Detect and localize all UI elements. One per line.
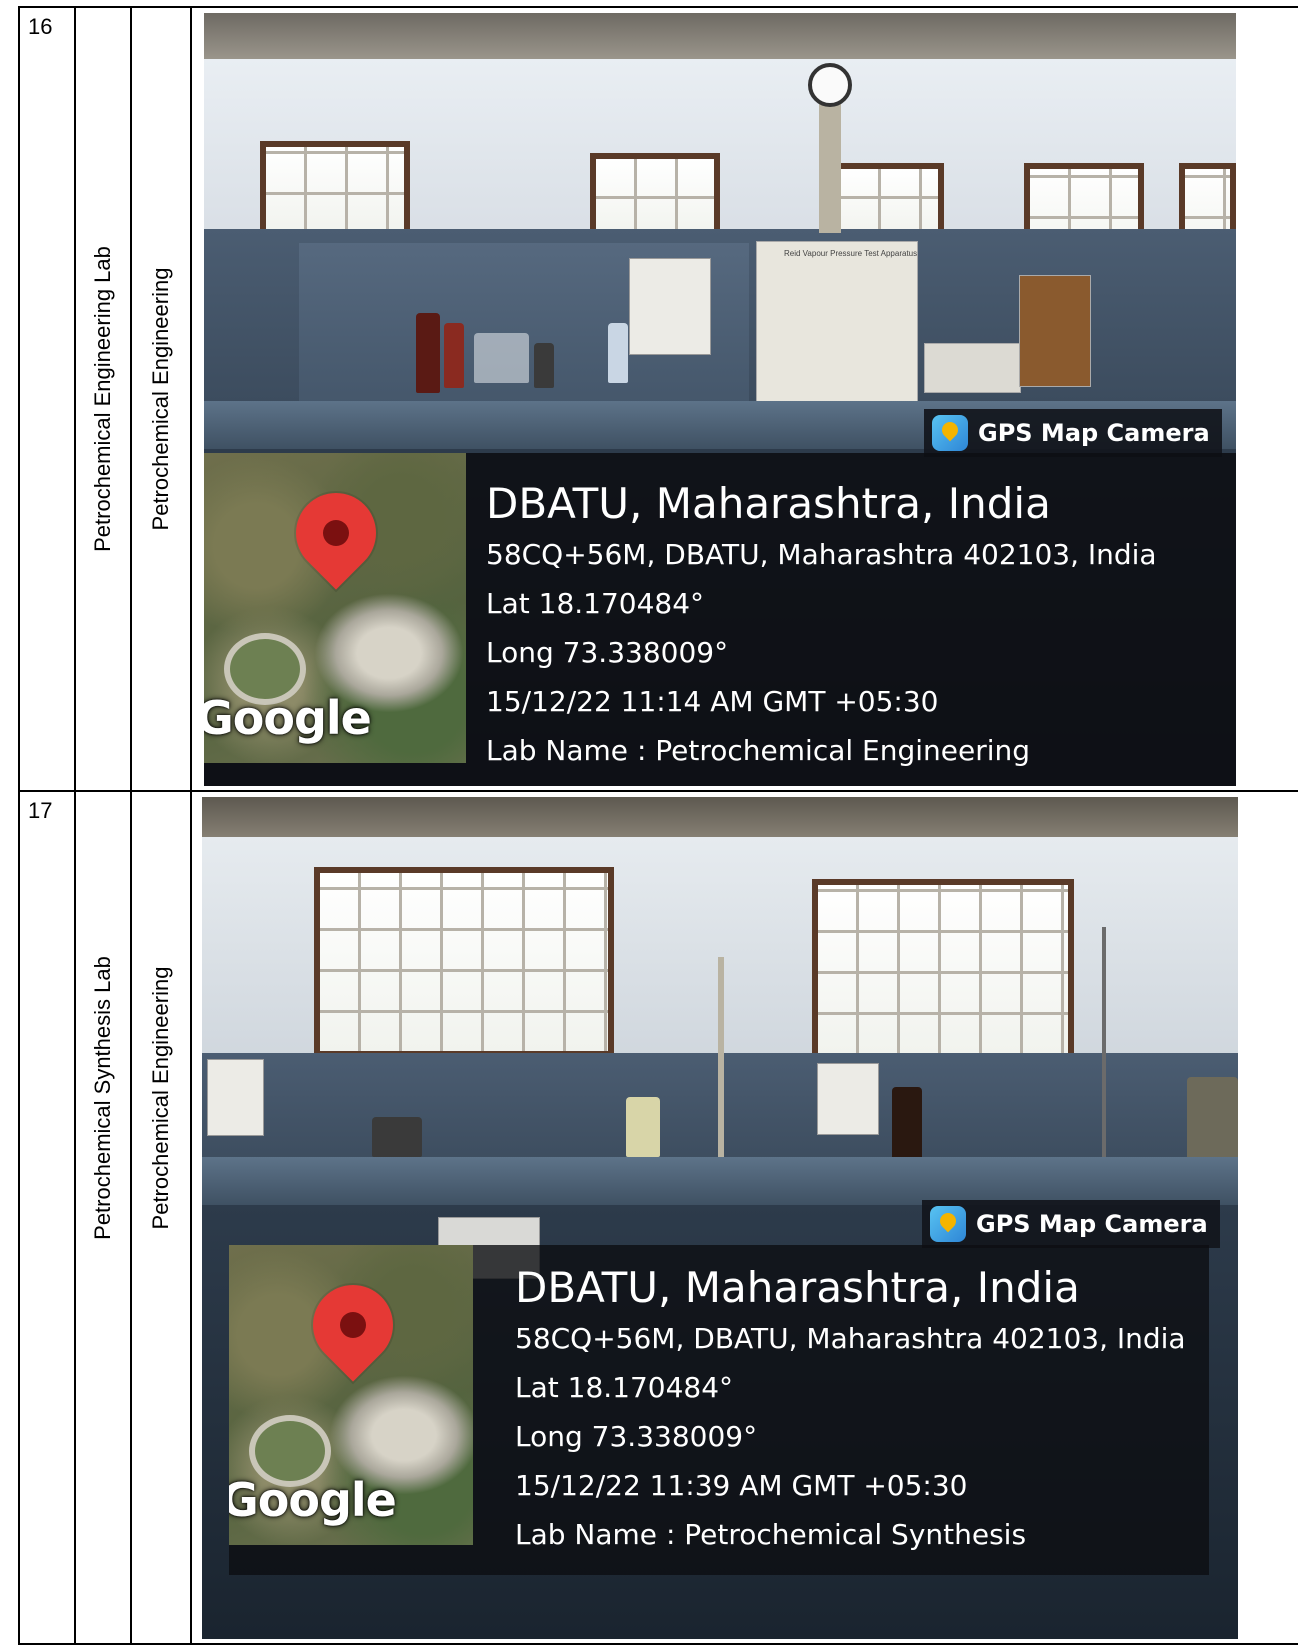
department-cell: Petrochemical Engineering bbox=[130, 6, 192, 792]
table-row: 16 Petrochemical Engineering Lab Petroch… bbox=[18, 6, 1298, 792]
lab-name-cell: Petrochemical Synthesis Lab bbox=[74, 790, 132, 1645]
map-thumbnail: Google bbox=[204, 453, 466, 763]
lab-photo: GPS Map Camera Google DBATU, Maharashtra… bbox=[202, 797, 1238, 1639]
address: 58CQ+56M, DBATU, Maharashtra 402103, Ind… bbox=[515, 1322, 1186, 1355]
table-row: 17 Petrochemical Synthesis Lab Petrochem… bbox=[18, 790, 1298, 1645]
lab-name-line: Lab Name : Petrochemical Synthesis bbox=[515, 1518, 1027, 1551]
lab-name: Petrochemical Synthesis Lab bbox=[90, 956, 115, 1241]
location-pin-icon bbox=[296, 1268, 410, 1382]
department: Petrochemical Engineering bbox=[148, 267, 173, 531]
longitude: Long 73.338009° bbox=[486, 636, 729, 669]
gps-tag-label: GPS Map Camera bbox=[978, 419, 1210, 447]
google-logo: Google bbox=[204, 691, 372, 745]
google-logo: Google bbox=[229, 1473, 397, 1527]
lab-photo: Reid Vapour Pressure Test Apparatus GPS … bbox=[204, 13, 1236, 786]
gps-map-camera-icon bbox=[930, 1206, 966, 1242]
gps-tag: GPS Map Camera bbox=[924, 409, 1222, 457]
geo-info-text: DBATU, Maharashtra, India 58CQ+56M, DBAT… bbox=[486, 479, 1157, 783]
lab-name-line: Lab Name : Petrochemical Engineering bbox=[486, 734, 1031, 767]
location-pin-icon bbox=[279, 476, 393, 590]
place-name: DBATU, Maharashtra, India bbox=[486, 479, 1051, 528]
equipment-label: Reid Vapour Pressure Test Apparatus bbox=[784, 249, 918, 258]
lab-name: Petrochemical Engineering Lab bbox=[90, 246, 115, 552]
department: Petrochemical Engineering bbox=[148, 966, 173, 1230]
datetime: 15/12/22 11:39 AM GMT +05:30 bbox=[515, 1469, 968, 1502]
sr-no-cell: 17 bbox=[18, 790, 76, 1645]
map-thumbnail: Google bbox=[229, 1245, 473, 1545]
sr-no: 16 bbox=[28, 14, 53, 39]
sr-no: 17 bbox=[28, 798, 53, 823]
gps-map-camera-icon bbox=[932, 415, 968, 451]
geo-info-text: DBATU, Maharashtra, India 58CQ+56M, DBAT… bbox=[515, 1263, 1186, 1567]
address: 58CQ+56M, DBATU, Maharashtra 402103, Ind… bbox=[486, 538, 1157, 571]
lab-name-cell: Petrochemical Engineering Lab bbox=[74, 6, 132, 792]
geo-info-panel: Google DBATU, Maharashtra, India 58CQ+56… bbox=[204, 453, 1236, 786]
photo-cell: Reid Vapour Pressure Test Apparatus GPS … bbox=[190, 6, 1298, 792]
latitude: Lat 18.170484° bbox=[486, 587, 705, 620]
gps-tag: GPS Map Camera bbox=[922, 1200, 1220, 1248]
place-name: DBATU, Maharashtra, India bbox=[515, 1263, 1080, 1312]
latitude: Lat 18.170484° bbox=[515, 1371, 734, 1404]
datetime: 15/12/22 11:14 AM GMT +05:30 bbox=[486, 685, 939, 718]
longitude: Long 73.338009° bbox=[515, 1420, 758, 1453]
geo-info-panel: Google DBATU, Maharashtra, India 58CQ+56… bbox=[229, 1245, 1209, 1575]
sr-no-cell: 16 bbox=[18, 6, 76, 792]
gps-tag-label: GPS Map Camera bbox=[976, 1210, 1208, 1238]
lab-table: 16 Petrochemical Engineering Lab Petroch… bbox=[18, 6, 1298, 1645]
photo-cell: GPS Map Camera Google DBATU, Maharashtra… bbox=[190, 790, 1298, 1645]
department-cell: Petrochemical Engineering bbox=[130, 790, 192, 1645]
